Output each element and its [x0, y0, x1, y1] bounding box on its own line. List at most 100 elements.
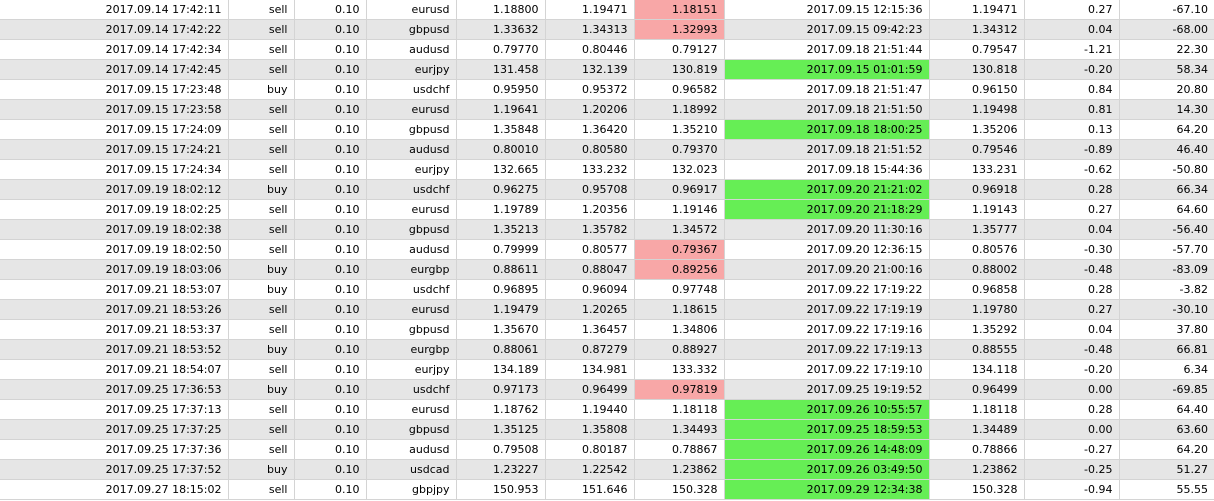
- type-cell: sell: [228, 299, 295, 320]
- open-price-cell: 0.97173: [456, 379, 546, 400]
- close-time-cell: 2017.09.22 17:19:16: [724, 319, 930, 340]
- stop-loss-cell: 1.36420: [545, 119, 635, 140]
- close-time-cell: 2017.09.18 21:51:50: [724, 99, 930, 120]
- table-row[interactable]: 2017.09.19 18:02:38 sell 0.10 gbpusd 1.35213…: [0, 219, 1214, 240]
- symbol-cell: gbpusd: [366, 419, 457, 440]
- take-profit-cell: 1.18151: [634, 0, 725, 20]
- table-row[interactable]: 2017.09.21 18:54:07 sell 0.10 eurjpy 134.189…: [0, 359, 1214, 380]
- close-price-cell: 134.118: [929, 359, 1025, 380]
- close-price-cell: 0.78866: [929, 439, 1025, 460]
- table-row[interactable]: 2017.09.19 18:02:12 buy 0.10 usdchf 0.96275 0…: [0, 179, 1214, 200]
- close-price-cell: 1.34312: [929, 19, 1025, 40]
- table-row[interactable]: 2017.09.14 17:42:34 sell 0.10 audusd 0.79770…: [0, 39, 1214, 60]
- profit-cell: -57.70: [1119, 239, 1214, 260]
- table-row[interactable]: 2017.09.14 17:42:11 sell 0.10 eurusd 1.18800…: [0, 0, 1214, 20]
- take-profit-cell: 0.79127: [634, 39, 725, 60]
- profit-cell: -30.10: [1119, 299, 1214, 320]
- open-time-cell: 2017.09.19 18:02:50: [0, 239, 229, 260]
- close-price-cell: 0.88002: [929, 259, 1025, 280]
- profit-cell: -56.40: [1119, 219, 1214, 240]
- table-row[interactable]: 2017.09.21 18:53:52 buy 0.10 eurgbp 0.88061 0…: [0, 339, 1214, 360]
- type-cell: sell: [228, 319, 295, 340]
- open-price-cell: 0.79999: [456, 239, 546, 260]
- close-time-cell: 2017.09.15 09:42:23: [724, 19, 930, 40]
- table-row[interactable]: 2017.09.15 17:24:21 sell 0.10 audusd 0.80010…: [0, 139, 1214, 160]
- open-time-cell: 2017.09.21 18:53:37: [0, 319, 229, 340]
- table-row[interactable]: 2017.09.19 18:03:06 buy 0.10 eurgbp 0.88611 0…: [0, 259, 1214, 280]
- close-price-cell: 1.18118: [929, 399, 1025, 420]
- open-time-cell: 2017.09.19 18:02:12: [0, 179, 229, 200]
- table-row[interactable]: 2017.09.19 18:02:25 sell 0.10 eurusd 1.19789…: [0, 199, 1214, 220]
- profit-cell: 6.34: [1119, 359, 1214, 380]
- swap-cell: 0.00: [1024, 419, 1120, 440]
- type-cell: buy: [228, 79, 295, 100]
- take-profit-cell: 132.023: [634, 159, 725, 180]
- table-row[interactable]: 2017.09.25 17:37:13 sell 0.10 eurusd 1.18762…: [0, 399, 1214, 420]
- stop-loss-cell: 0.80577: [545, 239, 635, 260]
- take-profit-cell: 0.97819: [634, 379, 725, 400]
- volume-cell: 0.10: [294, 99, 367, 120]
- volume-cell: 0.10: [294, 59, 367, 80]
- type-cell: sell: [228, 359, 295, 380]
- close-price-cell: 1.19471: [929, 0, 1025, 20]
- table-row[interactable]: 2017.09.25 17:37:52 buy 0.10 usdcad 1.23227 1…: [0, 459, 1214, 480]
- table-row[interactable]: 2017.09.14 17:42:22 sell 0.10 gbpusd 1.33632…: [0, 19, 1214, 40]
- type-cell: buy: [228, 379, 295, 400]
- close-time-cell: 2017.09.20 21:00:16: [724, 259, 930, 280]
- symbol-cell: usdchf: [366, 179, 457, 200]
- volume-cell: 0.10: [294, 159, 367, 180]
- table-row[interactable]: 2017.09.15 17:23:58 sell 0.10 eurusd 1.19641…: [0, 99, 1214, 120]
- table-row[interactable]: 2017.09.25 17:37:36 sell 0.10 audusd 0.79508…: [0, 439, 1214, 460]
- volume-cell: 0.10: [294, 199, 367, 220]
- swap-cell: 0.84: [1024, 79, 1120, 100]
- symbol-cell: gbpusd: [366, 319, 457, 340]
- profit-cell: 64.60: [1119, 199, 1214, 220]
- table-row[interactable]: 2017.09.25 17:37:25 sell 0.10 gbpusd 1.35125…: [0, 419, 1214, 440]
- close-price-cell: 1.19498: [929, 99, 1025, 120]
- symbol-cell: gbpusd: [366, 219, 457, 240]
- open-price-cell: 1.35848: [456, 119, 546, 140]
- swap-cell: -0.27: [1024, 439, 1120, 460]
- profit-cell: 66.34: [1119, 179, 1214, 200]
- close-price-cell: 1.35777: [929, 219, 1025, 240]
- swap-cell: -0.30: [1024, 239, 1120, 260]
- take-profit-cell: 1.18615: [634, 299, 725, 320]
- open-price-cell: 0.79770: [456, 39, 546, 60]
- table-row[interactable]: 2017.09.15 17:23:48 buy 0.10 usdchf 0.95950 0…: [0, 79, 1214, 100]
- close-time-cell: 2017.09.26 10:55:57: [724, 399, 930, 420]
- symbol-cell: eurusd: [366, 99, 457, 120]
- table-row[interactable]: 2017.09.14 17:42:45 sell 0.10 eurjpy 131.458…: [0, 59, 1214, 80]
- close-price-cell: 0.96858: [929, 279, 1025, 300]
- volume-cell: 0.10: [294, 439, 367, 460]
- symbol-cell: eurusd: [366, 199, 457, 220]
- profit-cell: 66.81: [1119, 339, 1214, 360]
- symbol-cell: eurgbp: [366, 339, 457, 360]
- table-row[interactable]: 2017.09.21 18:53:37 sell 0.10 gbpusd 1.35670…: [0, 319, 1214, 340]
- open-time-cell: 2017.09.15 17:24:21: [0, 139, 229, 160]
- open-time-cell: 2017.09.25 17:37:52: [0, 459, 229, 480]
- stop-loss-cell: 1.35808: [545, 419, 635, 440]
- table-row[interactable]: 2017.09.15 17:24:34 sell 0.10 eurjpy 132.665…: [0, 159, 1214, 180]
- table-row[interactable]: 2017.09.19 18:02:50 sell 0.10 audusd 0.79999…: [0, 239, 1214, 260]
- table-row[interactable]: 2017.09.21 18:53:26 sell 0.10 eurusd 1.19479…: [0, 299, 1214, 320]
- volume-cell: 0.10: [294, 0, 367, 20]
- type-cell: buy: [228, 339, 295, 360]
- stop-loss-cell: 0.88047: [545, 259, 635, 280]
- take-profit-cell: 0.78867: [634, 439, 725, 460]
- table-row[interactable]: 2017.09.25 17:36:53 buy 0.10 usdchf 0.97173 0…: [0, 379, 1214, 400]
- swap-cell: 0.04: [1024, 19, 1120, 40]
- open-time-cell: 2017.09.15 17:24:34: [0, 159, 229, 180]
- type-cell: sell: [228, 199, 295, 220]
- swap-cell: 0.81: [1024, 99, 1120, 120]
- symbol-cell: usdchf: [366, 379, 457, 400]
- table-row[interactable]: 2017.09.21 18:53:07 buy 0.10 usdchf 0.96895 0…: [0, 279, 1214, 300]
- open-time-cell: 2017.09.15 17:24:09: [0, 119, 229, 140]
- type-cell: buy: [228, 179, 295, 200]
- open-time-cell: 2017.09.15 17:23:58: [0, 99, 229, 120]
- table-row[interactable]: 2017.09.27 18:15:02 sell 0.10 gbpjpy 150.953…: [0, 479, 1214, 500]
- stop-loss-cell: 0.95708: [545, 179, 635, 200]
- table-row[interactable]: 2017.09.15 17:24:09 sell 0.10 gbpusd 1.35848…: [0, 119, 1214, 140]
- profit-cell: 46.40: [1119, 139, 1214, 160]
- close-price-cell: 1.35206: [929, 119, 1025, 140]
- swap-cell: 0.28: [1024, 399, 1120, 420]
